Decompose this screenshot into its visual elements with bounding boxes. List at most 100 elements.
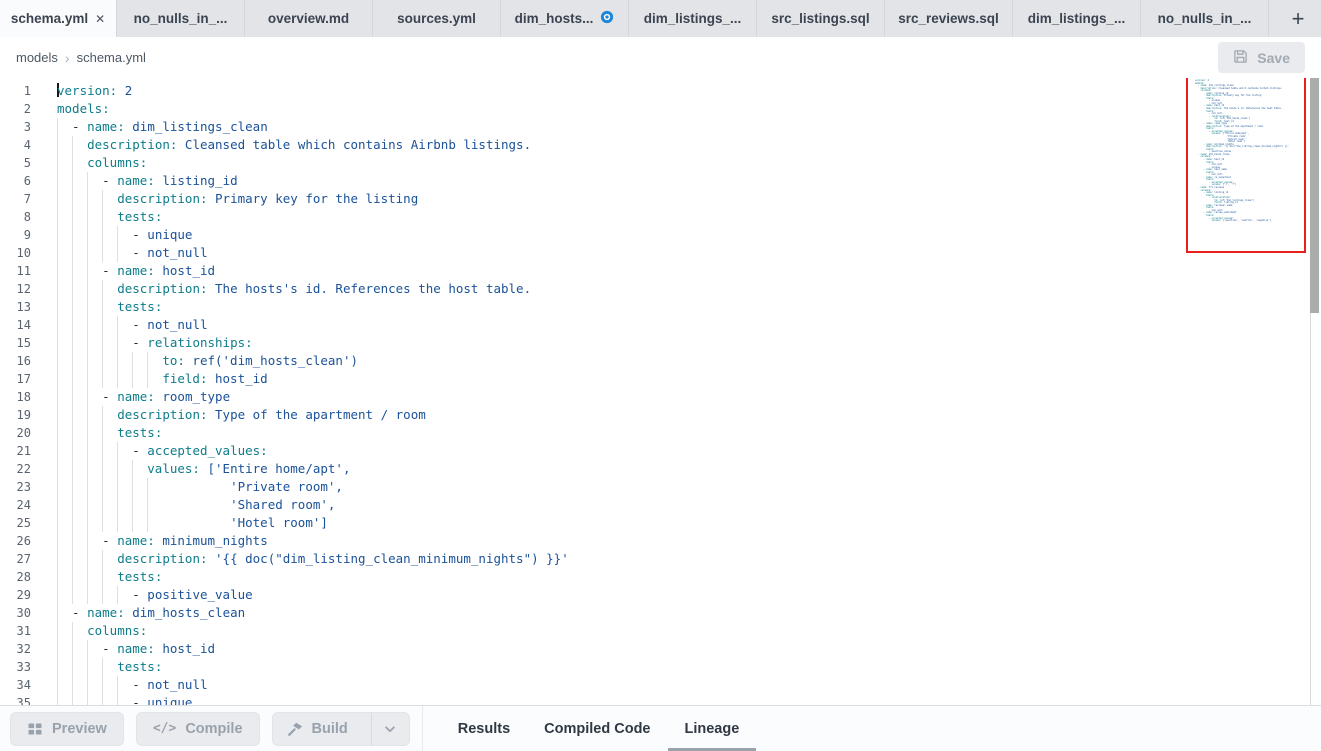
indent-guide (102, 298, 117, 316)
tab-dim-hosts...[interactable]: dim_hosts... (501, 0, 629, 37)
line-content: - not_null (57, 244, 208, 262)
yaml-value: unique (147, 695, 192, 705)
indent-guide (87, 586, 102, 604)
code-line[interactable]: 25 'Hotel room'] (0, 514, 1321, 532)
code-line[interactable]: 27description: '{{ doc("dim_listing_clea… (0, 550, 1321, 568)
tab-no-nulls-in-...[interactable]: no_nulls_in_... (1141, 0, 1269, 37)
tab-dim-listings-...[interactable]: dim_listings_... (1013, 0, 1141, 37)
code-line[interactable]: 26- name: minimum_nights (0, 532, 1321, 550)
code-line[interactable]: 5columns: (0, 154, 1321, 172)
indent-guide (57, 352, 72, 370)
scrollbar-thumb[interactable] (1310, 78, 1319, 313)
indent-guide (87, 640, 102, 658)
yaml-value: reviewer_name (1213, 204, 1232, 207)
code-line[interactable]: 8tests: (0, 208, 1321, 226)
indent-guide (117, 694, 132, 705)
line-number: 7 (0, 190, 31, 208)
code-line[interactable]: 12description: The hosts's id. Reference… (0, 280, 1321, 298)
code-line[interactable]: 34- not_null (0, 676, 1321, 694)
code-line[interactable]: 17field: host_id (0, 370, 1321, 388)
code-line[interactable]: 11- name: host_id (0, 262, 1321, 280)
yaml-dash: - (132, 227, 147, 242)
yaml-key: to: (162, 353, 185, 368)
build-button-group: Build (272, 712, 410, 746)
yaml-dash: - (132, 245, 147, 260)
code-line[interactable]: 30- name: dim_hosts_clean (0, 604, 1321, 622)
tab-schema.yml[interactable]: schema.yml✕ (0, 0, 117, 37)
code-line[interactable]: 22values: ['Entire home/apt', (0, 460, 1321, 478)
panel-tab-lineage[interactable]: Lineage (668, 706, 757, 751)
tab-dim-listings-...[interactable]: dim_listings_... (629, 0, 757, 37)
yaml-dash: - (72, 119, 87, 134)
close-icon[interactable]: ✕ (95, 12, 105, 26)
code-line[interactable]: 4description: Cleansed table which conta… (0, 136, 1321, 154)
tab-no-nulls-in-...[interactable]: no_nulls_in_... (117, 0, 245, 37)
code-line[interactable]: 20tests: (0, 424, 1321, 442)
code-line[interactable]: 14- not_null (0, 316, 1321, 334)
breadcrumb-folder[interactable]: models (16, 50, 58, 65)
yaml-value: Cleansed table which contains Airbnb lis… (177, 137, 531, 152)
line-number: 25 (0, 514, 31, 532)
tab-overview.md[interactable]: overview.md (245, 0, 373, 37)
tab-src-reviews.sql[interactable]: src_reviews.sql (885, 0, 1013, 37)
indent-guide (102, 478, 117, 496)
code-line[interactable]: 18- name: room_type (0, 388, 1321, 406)
code-line[interactable]: 32- name: host_id (0, 640, 1321, 658)
indent-guide (57, 532, 72, 550)
code-line[interactable]: 35- unique (0, 694, 1321, 705)
indent-guide (102, 694, 117, 705)
indent-guide (57, 604, 72, 622)
indent-guide (87, 208, 102, 226)
tab-sources.yml[interactable]: sources.yml (373, 0, 501, 37)
build-dropdown-button[interactable] (371, 713, 409, 745)
yaml-value: room_type (155, 389, 230, 404)
code-line[interactable]: 19description: Type of the apartment / r… (0, 406, 1321, 424)
code-line[interactable]: 10 - not_null (0, 244, 1321, 262)
yaml-value: The hosts's id. References the host tabl… (1223, 107, 1282, 110)
save-label: Save (1257, 50, 1290, 66)
indent-guide (72, 298, 87, 316)
code-editor[interactable]: 1version: 22models:3- name: dim_listings… (0, 78, 1321, 705)
code-line[interactable]: 1version: 2 (0, 82, 1321, 100)
code-line[interactable]: 31columns: (0, 622, 1321, 640)
panel-tab-compiled-code[interactable]: Compiled Code (527, 706, 667, 751)
new-tab-button[interactable]: + (1285, 6, 1311, 32)
yaml-dash: - (72, 605, 87, 620)
code-line[interactable]: 24 'Shared room', (0, 496, 1321, 514)
panel-tab-results[interactable]: Results (441, 706, 527, 751)
line-number: 10 (0, 244, 31, 262)
code-line[interactable]: 2models: (0, 100, 1321, 118)
code-line[interactable]: 23 'Private room', (0, 478, 1321, 496)
line-number: 12 (0, 280, 31, 298)
code-line[interactable]: 28tests: (0, 568, 1321, 586)
yaml-key: name: (117, 173, 155, 188)
indent-guide (102, 460, 117, 478)
code-line[interactable]: 33tests: (0, 658, 1321, 676)
code-line[interactable]: 29- positive_value (0, 586, 1321, 604)
code-line[interactable]: 3- name: dim_listings_clean (0, 118, 1321, 136)
line-number: 8 (0, 208, 31, 226)
code-line[interactable]: 21- accepted_values: (0, 442, 1321, 460)
save-button[interactable]: Save (1218, 42, 1305, 73)
build-button[interactable]: Build (273, 713, 362, 745)
tab-src-listings.sql[interactable]: src_listings.sql (757, 0, 885, 37)
minimap[interactable]: version: 2models: - name: dim_listings_c… (1186, 78, 1306, 253)
code-rows: 1version: 22models:3- name: dim_listings… (0, 78, 1321, 705)
code-line[interactable]: 16to: ref('dim_hosts_clean') (0, 352, 1321, 370)
yaml-dash: - (132, 335, 147, 350)
line-number: 1 (0, 82, 31, 100)
indent-guide (57, 676, 72, 694)
code-line[interactable]: 9- unique (0, 226, 1321, 244)
line-number: 24 (0, 496, 31, 514)
code-line[interactable]: 6- name: listing_id (0, 172, 1321, 190)
preview-button[interactable]: Preview (10, 712, 124, 746)
indent-guide (87, 370, 102, 388)
indent-guide (72, 280, 87, 298)
line-content: 'Shared room', (57, 496, 335, 514)
code-line[interactable]: 7description: Primary key for the listin… (0, 190, 1321, 208)
code-line[interactable]: 15- relationships: (0, 334, 1321, 352)
line-number: 15 (0, 334, 31, 352)
compile-button[interactable]: </> Compile (136, 712, 260, 746)
code-line[interactable]: 13tests: (0, 298, 1321, 316)
indent-guide (57, 496, 72, 514)
